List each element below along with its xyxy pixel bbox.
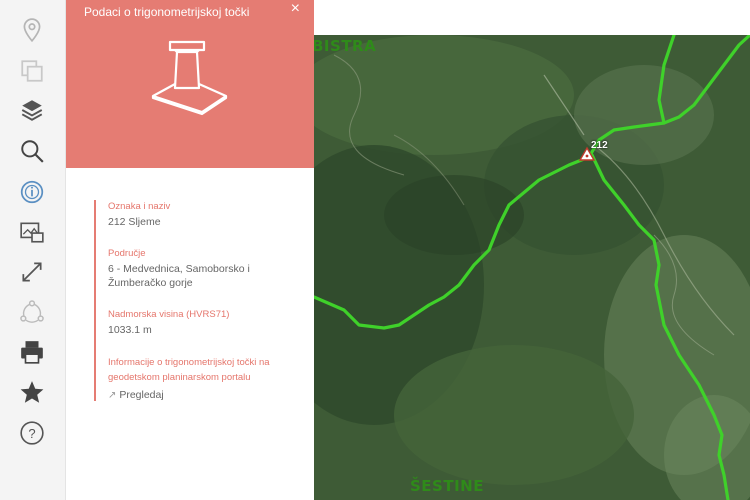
- field-value: 212 Sljeme: [108, 216, 161, 228]
- trig-pillar-icon: [151, 40, 228, 116]
- trig-point-label: 212: [591, 140, 608, 151]
- field-portal: Informacije o trigonometrijskoj točki na…: [108, 355, 299, 401]
- panel-header: Podaci o trigonometrijskoj točki ×: [66, 0, 314, 168]
- map-print-icon[interactable]: [16, 216, 48, 248]
- map-top-strip: [314, 0, 750, 35]
- field-label: Područje: [108, 248, 146, 259]
- layers-copy-icon[interactable]: [16, 55, 48, 87]
- field-value: 6 - Medvednica, Samoborsko i Žumberačko …: [108, 263, 250, 289]
- field-label: Informacije o trigonometrijskoj točki na…: [108, 357, 270, 383]
- place-label-bottom: ŠESTINE: [410, 477, 484, 495]
- close-button[interactable]: ×: [291, 0, 300, 18]
- svg-text:?: ?: [28, 426, 35, 441]
- field-label: Nadmorska visina (HVRS71): [108, 309, 230, 320]
- field-oznaka: Oznaka i naziv 212 Sljeme: [108, 200, 299, 229]
- location-icon[interactable]: [16, 14, 48, 46]
- trig-point-details: Oznaka i naziv 212 Sljeme Područje 6 - M…: [94, 200, 299, 401]
- field-podrucje: Područje 6 - Medvednica, Samoborsko i Žu…: [108, 247, 299, 290]
- external-link-icon: ↗︎: [108, 390, 117, 401]
- satellite-map: [314, 35, 750, 500]
- layers-icon[interactable]: [16, 94, 48, 126]
- help-icon[interactable]: ?: [16, 417, 48, 449]
- search-icon[interactable]: [16, 135, 48, 167]
- info-icon[interactable]: [16, 176, 48, 208]
- field-visina: Nadmorska visina (HVRS71) 1033.1 m: [108, 308, 299, 337]
- place-label-top: BISTRA: [314, 37, 377, 55]
- share-icon[interactable]: [16, 296, 48, 328]
- printer-icon[interactable]: [16, 336, 48, 368]
- left-toolbar: ?: [0, 0, 66, 500]
- portal-link[interactable]: ↗︎ Pregledaj: [108, 389, 299, 401]
- field-value: 1033.1 m: [108, 324, 152, 336]
- star-icon[interactable]: [16, 376, 48, 408]
- info-panel: Podaci o trigonometrijskoj točki × Oznak…: [66, 0, 314, 500]
- map-view[interactable]: 212 BISTRA ŠESTINE: [314, 35, 750, 500]
- portal-link-label: Pregledaj: [119, 389, 164, 401]
- panel-title: Podaci o trigonometrijskoj točki: [84, 5, 250, 19]
- field-label: Oznaka i naziv: [108, 201, 171, 212]
- fullscreen-icon[interactable]: [16, 256, 48, 288]
